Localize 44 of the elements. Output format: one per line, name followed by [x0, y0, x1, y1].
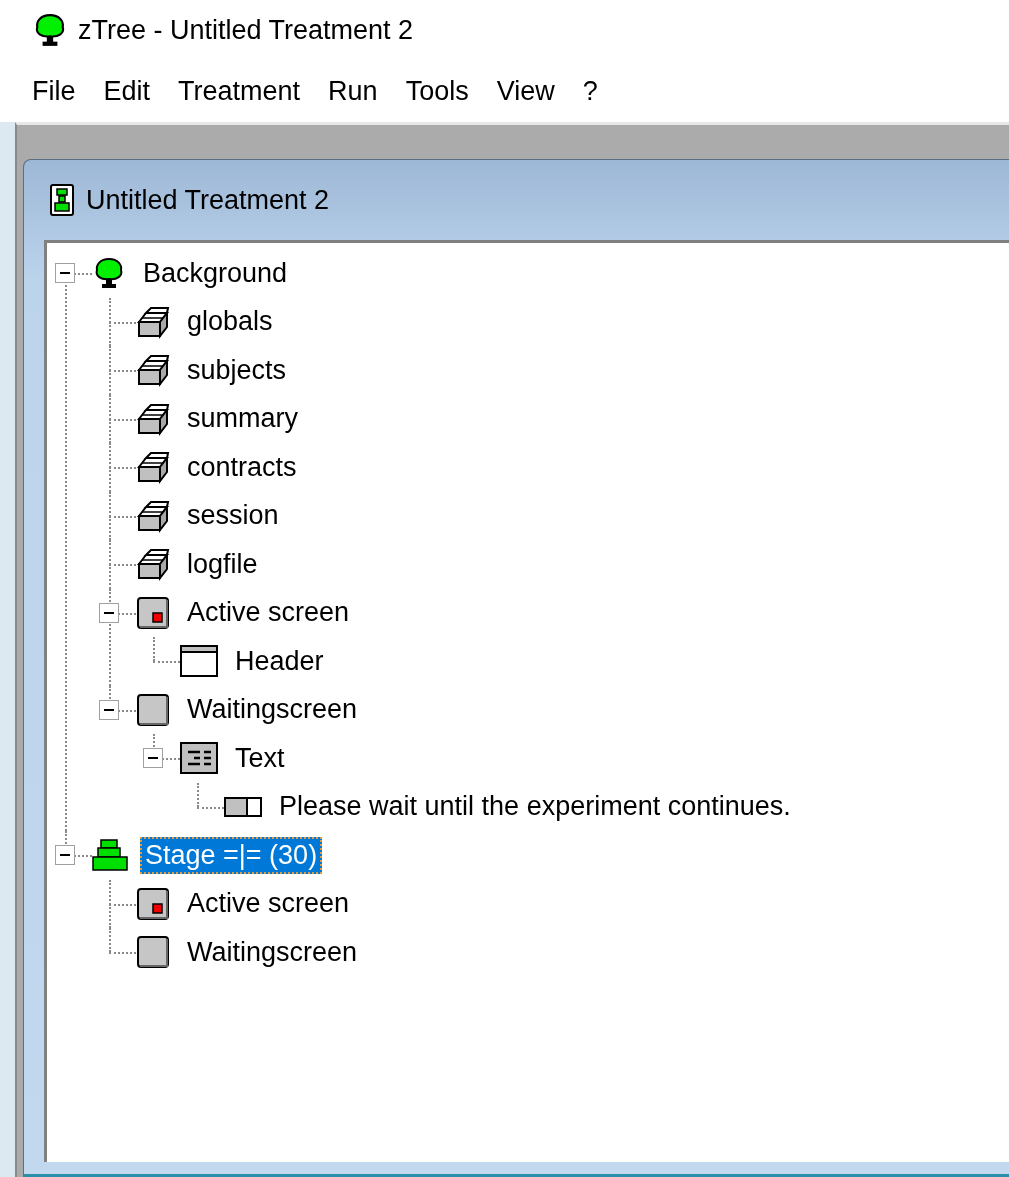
- menu-item[interactable]: Edit: [91, 71, 163, 111]
- menu-item[interactable]: Run: [316, 71, 390, 111]
- tree-item[interactable]: subjects: [182, 351, 292, 389]
- active-screen-icon: [136, 886, 170, 921]
- active-screen-icon: [136, 595, 170, 630]
- tree-item[interactable]: Waitingscreen: [182, 933, 363, 971]
- table-icon: [136, 353, 170, 388]
- text-box-icon: [180, 742, 218, 775]
- stage-icon: [92, 838, 128, 873]
- table-icon: [136, 304, 170, 339]
- tree-item[interactable]: Text: [230, 739, 290, 777]
- tree-item[interactable]: logfile: [182, 545, 263, 583]
- table-icon: [136, 498, 170, 533]
- menu-item[interactable]: Tools: [393, 71, 481, 111]
- menu-item[interactable]: Treatment: [166, 71, 313, 111]
- tree-item[interactable]: Header: [230, 642, 329, 680]
- table-icon: [136, 401, 170, 436]
- collapse-button[interactable]: [143, 748, 163, 769]
- collapse-button[interactable]: [99, 602, 119, 623]
- app-title: zTree - Untitled Treatment 2: [78, 14, 414, 46]
- tree-item[interactable]: Stage =|= (30): [140, 836, 323, 874]
- tree-item[interactable]: globals: [182, 303, 278, 341]
- tree-item[interactable]: session: [182, 497, 284, 535]
- document-icon: [50, 184, 74, 216]
- menu-item[interactable]: View: [484, 71, 567, 111]
- header-icon: [180, 645, 218, 678]
- tree-item[interactable]: Active screen: [182, 594, 355, 632]
- collapse-button[interactable]: [55, 845, 75, 866]
- tree-item[interactable]: Waitingscreen: [182, 691, 363, 729]
- tree-item[interactable]: Active screen: [182, 885, 355, 923]
- screen-icon: [136, 692, 170, 727]
- screen-icon: [136, 935, 170, 970]
- menu-item[interactable]: ?: [570, 71, 610, 111]
- item-icon: [224, 796, 262, 817]
- tree-item[interactable]: summary: [182, 400, 303, 438]
- menu-item[interactable]: File: [20, 71, 88, 111]
- document-title: Untitled Treatment 2: [86, 184, 330, 216]
- table-icon: [136, 450, 170, 485]
- tree-item[interactable]: contracts: [182, 448, 302, 486]
- tree-item[interactable]: Please wait until the experiment continues.: [274, 788, 796, 826]
- tree-item[interactable]: Background: [138, 254, 293, 292]
- table-icon: [136, 547, 170, 582]
- collapse-button[interactable]: [99, 699, 119, 720]
- collapse-button[interactable]: [55, 263, 75, 284]
